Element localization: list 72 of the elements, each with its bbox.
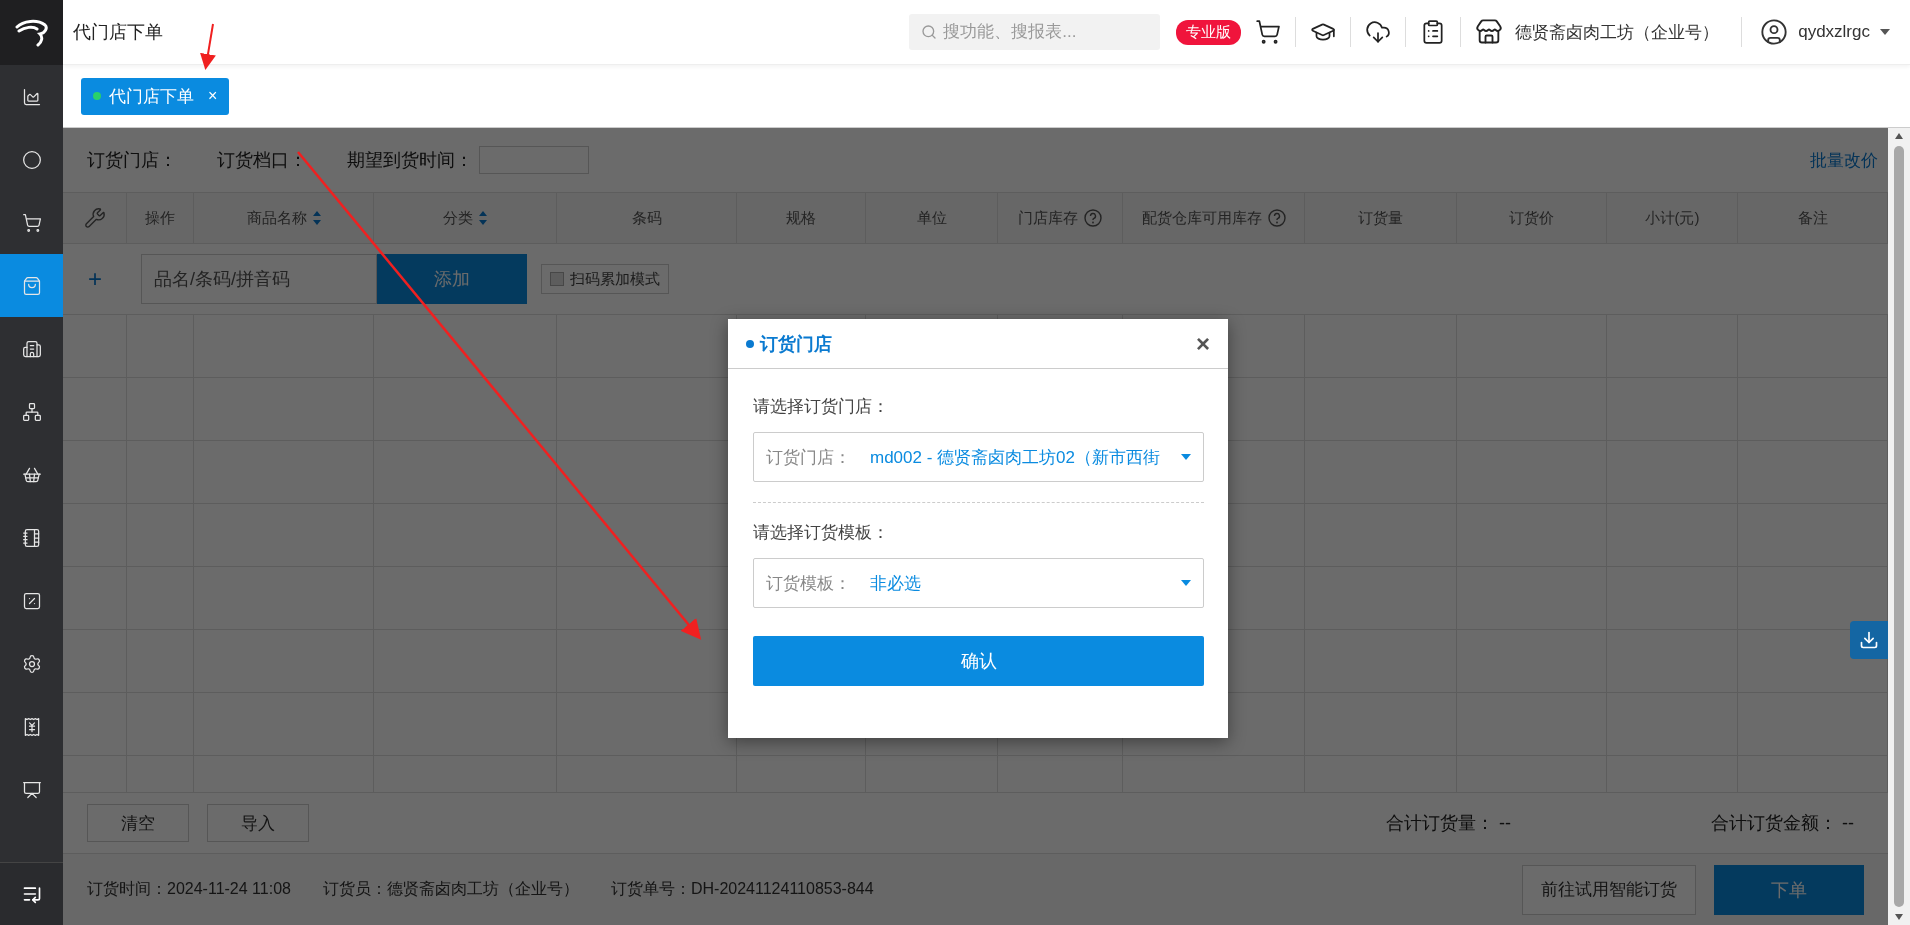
dialog-prompt: 请选择订货模板： bbox=[753, 522, 890, 544]
network-icon bbox=[21, 401, 42, 422]
column-header: 门店库存 bbox=[1018, 208, 1078, 228]
dialog-title: 订货门店 bbox=[746, 331, 832, 356]
tools-icon[interactable] bbox=[83, 207, 106, 229]
confirm-button[interactable]: 确认 bbox=[753, 636, 1204, 686]
notebook-icon bbox=[21, 527, 42, 548]
column-header: 配货仓库可用库存 bbox=[1141, 208, 1262, 228]
action-button[interactable]: 导入 bbox=[207, 804, 309, 842]
bag-icon bbox=[21, 275, 42, 296]
column-header: 条码 bbox=[631, 208, 662, 228]
column-header: 订货价 bbox=[1509, 208, 1554, 228]
order-info: 订货时间：2024-11-24 11:08 bbox=[87, 879, 291, 899]
product-search-field[interactable]: 品名/条码/拼音码 bbox=[141, 254, 377, 304]
username[interactable]: qydxzlrgc bbox=[1798, 22, 1870, 42]
batch-price-link[interactable]: 批量改价 bbox=[1810, 148, 1888, 172]
settings-icon bbox=[21, 653, 42, 674]
select-field[interactable]: 订货门店： md002 - 德贤斋卤肉工坊02（新市西街 bbox=[753, 432, 1204, 482]
percent-icon bbox=[21, 590, 42, 611]
scan-mode-checkbox[interactable]: 扫码累加模式 bbox=[541, 264, 669, 294]
close-icon[interactable]: × bbox=[208, 87, 218, 105]
caret-icon[interactable] bbox=[1880, 29, 1890, 35]
order-info: 订货单号：DH-20241124110853-844 bbox=[610, 879, 874, 899]
action-button[interactable]: 清空 bbox=[87, 804, 189, 842]
cart-icon[interactable] bbox=[1255, 19, 1282, 45]
download-icon bbox=[1859, 630, 1879, 650]
page-tab[interactable]: 代门店下单 × bbox=[81, 77, 230, 115]
filter-label: 订货档口： bbox=[217, 149, 307, 172]
filter-label: 订货门店： bbox=[87, 149, 177, 172]
add-row-icon[interactable]: + bbox=[63, 265, 127, 293]
search-field[interactable]: 搜功能、搜报表... bbox=[909, 14, 1161, 50]
help-icon[interactable] bbox=[1267, 209, 1286, 227]
total-text: 合计订货金额： -- bbox=[1711, 812, 1854, 835]
scrollbar[interactable] bbox=[1888, 128, 1910, 925]
store-name[interactable]: 德贤斋卤肉工坊（企业号） bbox=[1503, 17, 1743, 47]
download-button[interactable] bbox=[1850, 621, 1888, 659]
logo-icon[interactable] bbox=[14, 18, 49, 47]
column-header: 操作 bbox=[145, 208, 175, 228]
column-header: 订货量 bbox=[1358, 208, 1403, 228]
scroll-up-icon[interactable] bbox=[1894, 132, 1904, 140]
cart-icon bbox=[21, 212, 42, 233]
column-header: 小计(元) bbox=[1644, 208, 1700, 228]
column-header: 备注 bbox=[1797, 208, 1828, 228]
column-header: 单位 bbox=[916, 208, 947, 228]
annotation-arrow bbox=[200, 23, 216, 70]
collapse-menu-icon[interactable] bbox=[21, 884, 42, 904]
edition-badge: 专业版 bbox=[1176, 19, 1242, 45]
order-info: 订货员：德贤斋卤肉工坊（企业号） bbox=[322, 879, 579, 899]
dialog-prompt: 请选择订货门店： bbox=[753, 396, 890, 418]
circle-icon bbox=[21, 149, 42, 170]
chart-icon bbox=[21, 86, 42, 107]
user-icon bbox=[1760, 18, 1789, 46]
total-text: 合计订货量： -- bbox=[1385, 812, 1511, 835]
smart-order-button[interactable]: 前往试用智能订货 bbox=[1522, 864, 1696, 915]
cloud-download-icon[interactable] bbox=[1365, 19, 1392, 45]
column-header: 分类 bbox=[443, 208, 473, 228]
column-header: 规格 bbox=[786, 208, 816, 228]
search-icon bbox=[921, 24, 938, 40]
tab-label: 代门店下单 bbox=[109, 85, 194, 108]
close-icon[interactable]: × bbox=[1196, 329, 1210, 358]
add-button[interactable]: 添加 bbox=[377, 254, 527, 304]
help-icon[interactable] bbox=[1084, 209, 1102, 227]
presentation-icon bbox=[21, 779, 42, 800]
building-icon bbox=[21, 338, 42, 359]
status-dot bbox=[93, 92, 101, 100]
store-icon bbox=[1475, 18, 1504, 46]
filter-label: 期望到货时间： bbox=[347, 149, 473, 172]
app-title: 代门店下单 bbox=[73, 21, 163, 44]
scroll-down-icon[interactable] bbox=[1894, 913, 1904, 921]
submit-order-button[interactable]: 下单 bbox=[1714, 864, 1864, 915]
column-header: 商品名称 bbox=[246, 208, 307, 228]
select-field[interactable]: 订货模板： 非必选 bbox=[753, 558, 1204, 608]
